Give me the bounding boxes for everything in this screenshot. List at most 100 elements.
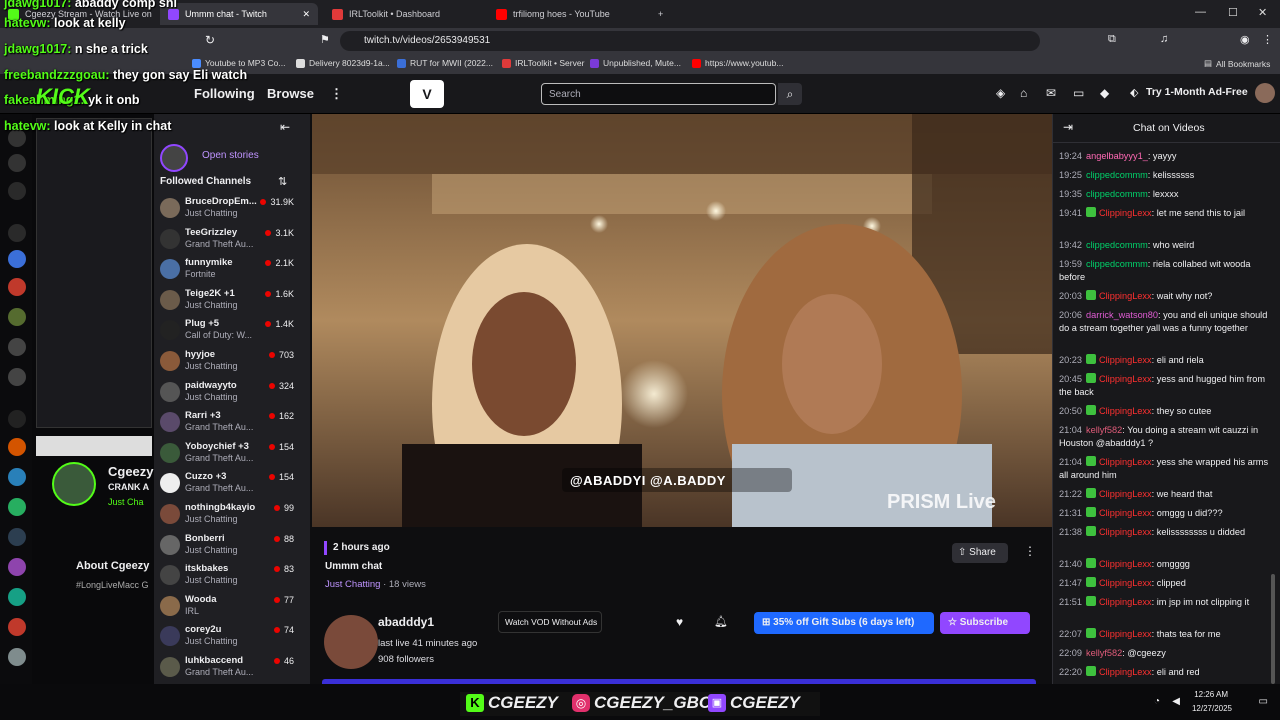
sidebar-channel[interactable]: corey2u Just Chatting 74 <box>154 622 310 652</box>
chat-username[interactable]: ClippingLexx <box>1099 667 1152 677</box>
url-text: twitch.tv/videos/2653949531 <box>364 35 491 46</box>
chat-username[interactable]: ClippingLexx <box>1099 508 1152 518</box>
chat-username[interactable]: ClippingLexx <box>1099 578 1152 588</box>
chat-username[interactable]: angelbabyyy1_ <box>1086 151 1148 161</box>
profile-icon[interactable]: ◉ <box>1240 33 1250 46</box>
tab-irltoolkit[interactable]: IRLToolkit • Dashboard <box>324 3 484 25</box>
sidebar-channel[interactable]: Teige2K +1 Just Chatting 1.6K <box>154 286 310 316</box>
sidebar-channel[interactable]: TeeGrizzley Grand Theft Au... 3.1K <box>154 225 310 255</box>
chat-username[interactable]: clippedcommm <box>1086 170 1148 180</box>
minimize-icon[interactable]: — <box>1195 6 1206 18</box>
channel-avatar <box>160 320 180 341</box>
chat-username[interactable]: ClippingLexx <box>1099 355 1152 365</box>
sidebar-channel[interactable]: itskbakes Just Chatting 83 <box>154 561 310 591</box>
overlay-profile-status: Just Cha <box>108 497 144 507</box>
bookmark-item[interactable]: https://www.youtub... <box>692 58 783 68</box>
tab-youtube[interactable]: trfiliomg hoes - YouTube <box>488 3 648 25</box>
chat-username[interactable]: kellyf582 <box>1086 425 1122 435</box>
close-window-icon[interactable]: ✕ <box>1258 6 1267 19</box>
sidebar-channel[interactable]: Yoboychief +3 Grand Theft Au... 154 <box>154 439 310 469</box>
sidebar-channel[interactable]: luhkbaccend Grand Theft Au... 46 <box>154 653 310 683</box>
crown-icon[interactable]: ◈ <box>996 86 1005 100</box>
notification-icon[interactable]: ▭ <box>1259 696 1268 707</box>
chat-username[interactable]: clippedcommm <box>1086 189 1148 199</box>
sidebar-channel[interactable]: nothingb4kayio Just Chatting 99 <box>154 500 310 530</box>
chat-username[interactable]: ClippingLexx <box>1099 208 1152 218</box>
chat-username[interactable]: ClippingLexx <box>1099 597 1152 607</box>
network-icon[interactable]: ◔ <box>1154 696 1160 707</box>
open-stories-link[interactable]: Open stories <box>202 150 259 161</box>
bookmark-item[interactable]: RUT for MWII (2022... <box>397 58 493 68</box>
bookmark-icon[interactable]: ⚑ <box>320 33 330 46</box>
live-dot-icon <box>268 382 275 389</box>
chat-scrollbar[interactable] <box>1271 574 1275 684</box>
media-icon[interactable]: ♫ <box>1160 33 1168 45</box>
channel-avatar <box>160 412 180 433</box>
sidebar-channel[interactable]: Plug +5 Call of Duty: W... 1.4K <box>154 316 310 346</box>
notifications-bell-icon[interactable]: 🔔︎ <box>714 615 728 628</box>
verified-badge-icon <box>1086 577 1096 587</box>
volume-icon[interactable]: ◀ <box>1172 696 1180 707</box>
chat-username[interactable]: kellyf582 <box>1086 648 1122 658</box>
verified-badge-icon <box>1086 373 1096 383</box>
search-input[interactable]: Search <box>541 83 776 105</box>
chat-username[interactable]: darrick_watson80 <box>1086 310 1158 320</box>
chat-username[interactable]: ClippingLexx <box>1099 457 1152 467</box>
sidebar-channel[interactable]: hyyjoe Just Chatting 703 <box>154 347 310 377</box>
category-link[interactable]: Just Chatting <box>325 579 380 590</box>
bookmark-item[interactable]: IRLToolkit • Server <box>502 58 584 68</box>
chat-username[interactable]: ClippingLexx <box>1099 629 1152 639</box>
channel-name[interactable]: abadddy1 <box>378 615 434 629</box>
sidebar-channel[interactable]: paidwayyto Just Chatting 324 <box>154 378 310 408</box>
try-ad-free-button[interactable]: Try 1-Month Ad-Free <box>1146 86 1248 98</box>
whispers-icon[interactable]: ▭ <box>1073 86 1084 100</box>
follow-heart-icon[interactable]: ♥ <box>676 615 683 629</box>
chat-username[interactable]: ClippingLexx <box>1099 291 1152 301</box>
viewer-count: 88 <box>273 534 294 544</box>
overlay-chat-user: hatevw: <box>4 16 51 30</box>
bits-icon[interactable]: ◆ <box>1100 86 1109 100</box>
gift-subs-button[interactable]: ⊞ 35% off Gift Subs (6 days left) <box>754 612 934 634</box>
subscribe-button[interactable]: ☆ Subscribe <box>940 612 1030 634</box>
search-icon[interactable]: ⌕ <box>778 83 802 105</box>
activity-icon[interactable]: ⌂ <box>1020 86 1027 100</box>
chat-username[interactable]: ClippingLexx <box>1099 489 1152 499</box>
user-avatar[interactable] <box>1255 83 1275 103</box>
more-menu-icon[interactable]: ⋮ <box>330 86 343 102</box>
app-icon <box>8 250 26 268</box>
watch-vod-button[interactable]: Watch VOD Without Ads <box>498 611 602 633</box>
stories-avatar[interactable] <box>160 144 188 172</box>
sidebar-channel[interactable]: funnymike Fortnite 2.1K <box>154 255 310 285</box>
all-bookmarks[interactable]: ▤ All Bookmarks <box>1204 58 1270 69</box>
maximize-icon[interactable]: ☐ <box>1228 6 1238 19</box>
video-player[interactable]: @ABADDYI @A.BADDY PRISM Live <box>312 114 1052 527</box>
sidebar-channel[interactable]: Cuzzo +3 Grand Theft Au... 154 <box>154 469 310 499</box>
chat-username[interactable]: ClippingLexx <box>1099 527 1152 537</box>
new-tab-button[interactable]: + <box>650 3 671 25</box>
sidebar-channel[interactable]: Bonberri Just Chatting 88 <box>154 531 310 561</box>
more-options-icon[interactable]: ⋮ <box>1024 544 1036 558</box>
share-button[interactable]: ⇧ Share <box>952 543 1008 563</box>
sidebar-channel[interactable]: BruceDropEm... Just Chatting 31.9K <box>154 194 310 224</box>
channel-avatar[interactable] <box>324 615 378 669</box>
channel-avatar <box>160 473 180 494</box>
chat-username[interactable]: ClippingLexx <box>1099 406 1152 416</box>
menu-icon[interactable]: ⋮ <box>1262 33 1273 46</box>
sort-icon[interactable]: ⇅ <box>278 175 287 188</box>
chat-username[interactable]: clippedcommm <box>1086 240 1148 250</box>
chat-username[interactable]: clippedcommm <box>1086 259 1148 269</box>
collapse-chat-icon[interactable]: ⇥ <box>1063 120 1073 134</box>
sidebar-channel[interactable]: Rarri +3 Grand Theft Au... 162 <box>154 408 310 438</box>
inbox-icon[interactable]: ✉ <box>1046 86 1056 100</box>
kick-handle: CGEEZY <box>488 693 558 712</box>
instagram-handle: CGEEZY_GBC <box>594 693 712 712</box>
bookmark-item[interactable]: Unpublished, Mute... <box>590 58 681 68</box>
extensions-icon[interactable]: ⧉ <box>1108 33 1116 46</box>
chat-timestamp: 19:42 <box>1059 240 1082 250</box>
url-input[interactable]: twitch.tv/videos/2653949531 <box>340 31 1040 51</box>
chat-username[interactable]: ClippingLexx <box>1099 559 1152 569</box>
sidebar-channel[interactable]: Wooda IRL 77 <box>154 592 310 622</box>
views-count: · 18 views <box>380 579 426 590</box>
extension-logo-icon[interactable]: V <box>410 80 444 108</box>
chat-username[interactable]: ClippingLexx <box>1099 374 1152 384</box>
